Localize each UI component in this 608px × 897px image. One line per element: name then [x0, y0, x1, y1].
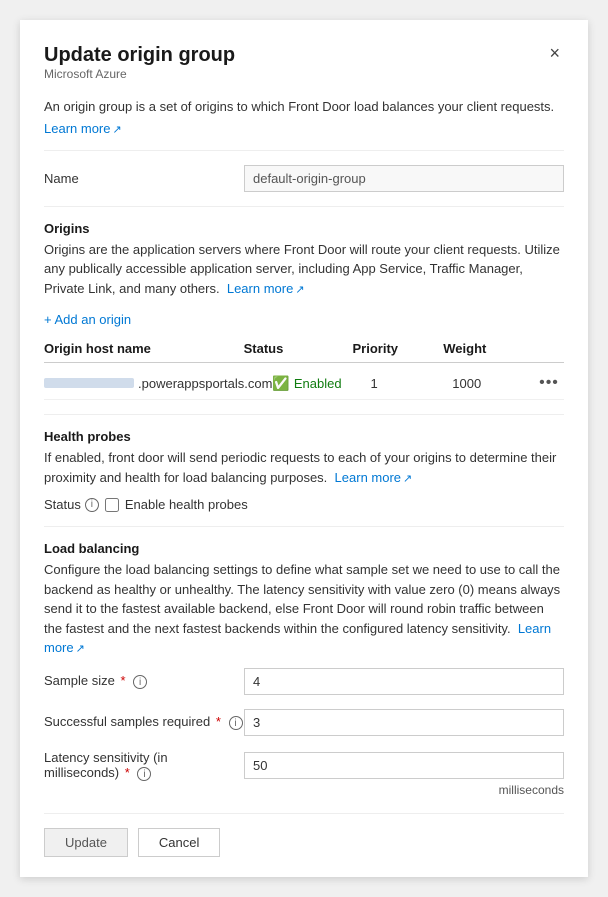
host-domain: .powerappsportals.com: [138, 376, 272, 391]
origins-description: Origins are the application servers wher…: [44, 240, 564, 299]
origin-status-cell: ✅ Enabled: [272, 375, 370, 392]
latency-sensitivity-info-icon: i: [137, 767, 151, 781]
divider-2: [44, 206, 564, 207]
status-info-icon: i: [85, 498, 99, 512]
table-row: .powerappsportals.com ✅ Enabled 1 1000 •…: [44, 367, 564, 400]
successful-samples-info-icon: i: [229, 716, 243, 730]
panel-title: Update origin group: [44, 44, 235, 67]
milliseconds-label: milliseconds: [44, 783, 564, 797]
origins-title: Origins: [44, 221, 564, 236]
col-header-host: Origin host name: [44, 341, 244, 356]
intro-description: An origin group is a set of origins to w…: [44, 97, 564, 117]
health-probes-title: Health probes: [44, 429, 564, 444]
origins-learn-more-link[interactable]: Learn more↗: [223, 281, 304, 296]
footer-divider: [44, 813, 564, 814]
name-label: Name: [44, 171, 244, 186]
origins-section: Origins Origins are the application serv…: [44, 221, 564, 401]
load-balancing-description: Configure the load balancing settings to…: [44, 560, 564, 658]
host-blurred-part: [44, 378, 134, 388]
health-probes-section: Health probes If enabled, front door wil…: [44, 429, 564, 512]
origin-host-cell: .powerappsportals.com: [44, 376, 272, 391]
latency-sensitivity-required: *: [125, 765, 130, 780]
latency-sensitivity-label: Latency sensitivity (in milliseconds) * …: [44, 750, 244, 782]
enable-health-probes-label[interactable]: Enable health probes: [105, 497, 248, 512]
load-balancing-section: Load balancing Configure the load balanc…: [44, 541, 564, 797]
cancel-button[interactable]: Cancel: [138, 828, 220, 857]
divider-1: [44, 150, 564, 151]
load-balancing-ext-icon: ↗: [76, 643, 85, 655]
sample-size-label: Sample size * i: [44, 673, 244, 690]
origin-actions-cell: •••: [534, 374, 564, 392]
origins-ext-icon: ↗: [295, 284, 304, 296]
col-header-actions: [534, 341, 564, 356]
panel-header: Update origin group Microsoft Azure ×: [44, 44, 564, 93]
sample-size-input[interactable]: [244, 668, 564, 695]
update-button[interactable]: Update: [44, 828, 128, 857]
divider-3: [44, 414, 564, 415]
status-enabled-label: Enabled: [294, 376, 342, 391]
health-probes-status-row: Status i Enable health probes: [44, 497, 564, 512]
health-probes-learn-more-link[interactable]: Learn more↗: [331, 470, 412, 485]
close-button[interactable]: ×: [545, 44, 564, 62]
sample-size-info-icon: i: [133, 675, 147, 689]
origin-priority-cell: 1: [371, 376, 453, 391]
successful-samples-row: Successful samples required * i: [44, 709, 564, 736]
successful-samples-label: Successful samples required * i: [44, 714, 244, 731]
intro-learn-more-link[interactable]: Learn more↗: [44, 121, 122, 136]
col-header-weight: Weight: [443, 341, 534, 356]
successful-samples-required: *: [216, 714, 221, 729]
health-probes-status-label: Status i: [44, 497, 99, 512]
health-probes-ext-icon: ↗: [403, 473, 412, 485]
health-probes-description: If enabled, front door will send periodi…: [44, 448, 564, 487]
latency-sensitivity-input[interactable]: [244, 752, 564, 779]
header-text: Update origin group Microsoft Azure: [44, 44, 235, 93]
add-origin-button[interactable]: + Add an origin: [44, 308, 131, 331]
col-header-priority: Priority: [353, 341, 444, 356]
name-input[interactable]: [244, 165, 564, 192]
name-field-row: Name: [44, 165, 564, 192]
load-balancing-title: Load balancing: [44, 541, 564, 556]
enable-health-probes-checkbox[interactable]: [105, 498, 119, 512]
origin-more-button[interactable]: •••: [539, 374, 559, 392]
sample-size-required: *: [120, 673, 125, 688]
origin-weight-cell: 1000: [452, 376, 534, 391]
successful-samples-input[interactable]: [244, 709, 564, 736]
footer-buttons: Update Cancel: [44, 828, 564, 857]
external-link-icon: ↗: [112, 124, 121, 136]
update-origin-group-panel: Update origin group Microsoft Azure × An…: [20, 20, 588, 877]
col-header-status: Status: [244, 341, 353, 356]
sample-size-row: Sample size * i: [44, 668, 564, 695]
divider-4: [44, 526, 564, 527]
origins-table-header: Origin host name Status Priority Weight: [44, 341, 564, 363]
panel-subtitle: Microsoft Azure: [44, 67, 235, 81]
status-enabled-icon: ✅: [272, 375, 289, 392]
latency-sensitivity-row: Latency sensitivity (in milliseconds) * …: [44, 750, 564, 782]
